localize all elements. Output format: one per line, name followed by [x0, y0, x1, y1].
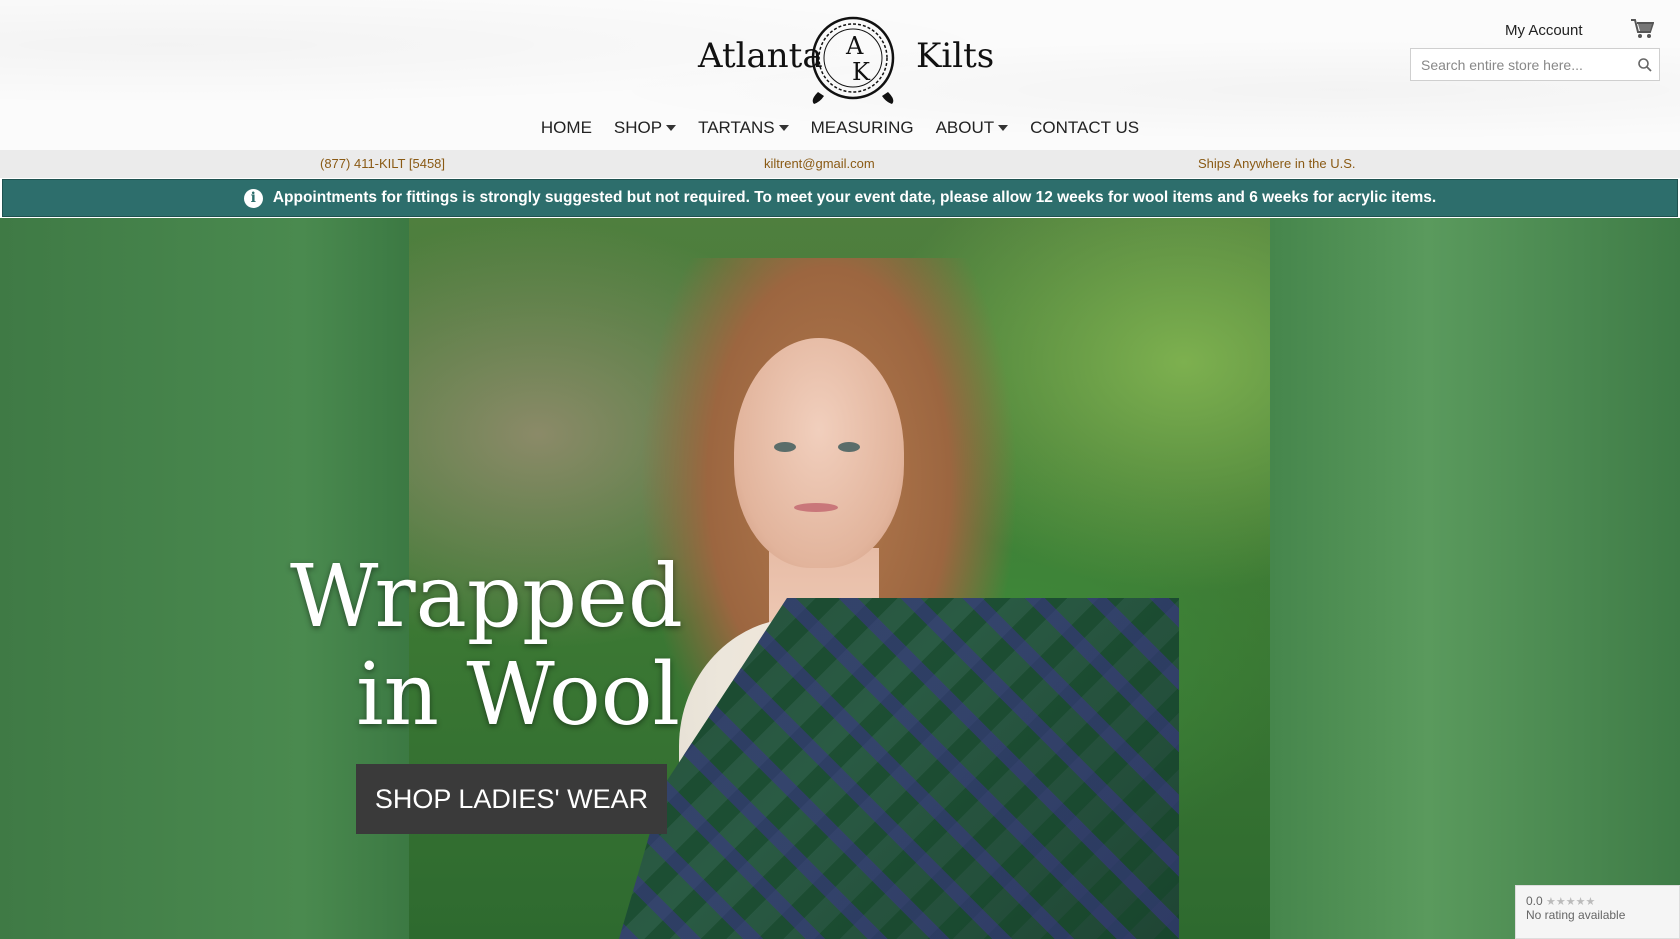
- site-logo[interactable]: Atlanta A K Kilts: [696, 14, 994, 106]
- nav-shop-label: SHOP: [613, 118, 663, 137]
- nav-about[interactable]: ABOUT: [925, 116, 1020, 140]
- logo-monogram-k: K: [852, 58, 871, 86]
- rating-text: No rating available: [1526, 908, 1626, 922]
- logo-name-right: Kilts: [916, 36, 995, 76]
- search-box: [1410, 48, 1660, 81]
- nav-about-label: ABOUT: [935, 118, 995, 137]
- chevron-down-icon: [778, 125, 789, 131]
- shipping-info: Ships Anywhere in the U.S.: [1198, 156, 1356, 171]
- shopping-cart-icon[interactable]: [1630, 18, 1655, 45]
- search-input[interactable]: [1411, 49, 1631, 80]
- rating-score: 0.0: [1526, 894, 1543, 908]
- shop-ladies-wear-button[interactable]: SHOP LADIES' WEAR: [356, 764, 667, 834]
- chevron-down-icon: [998, 125, 1009, 131]
- rating-widget[interactable]: 0.0 ★★★★★ No rating available: [1515, 885, 1680, 939]
- hero-photo-face: [734, 338, 904, 568]
- hero-title-line1: Wrapped: [290, 547, 683, 647]
- notice-text: Appointments for fittings is strongly su…: [272, 189, 1437, 206]
- my-account-link[interactable]: My Account: [1505, 22, 1583, 39]
- chevron-down-icon: [666, 125, 677, 131]
- info-icon: i: [243, 188, 263, 208]
- nav-measuring[interactable]: MEASURING: [800, 116, 925, 140]
- phone-link[interactable]: (877) 411-KILT [5458]: [320, 156, 445, 171]
- hero-photo-eye: [838, 442, 860, 452]
- fitting-notice-banner: i Appointments for fittings is strongly …: [2, 179, 1678, 217]
- site-header: Atlanta A K Kilts My Account HOME: [0, 0, 1680, 150]
- email-link[interactable]: kiltrent@gmail.com: [764, 156, 875, 171]
- hero-banner: Wrapped in Wool SHOP LADIES' WEAR: [0, 218, 1680, 939]
- hero-title-line2: in Wool: [356, 645, 680, 745]
- logo-monogram-a: A: [845, 32, 864, 60]
- search-icon[interactable]: [1631, 49, 1659, 80]
- hero-photo-eye: [774, 442, 796, 452]
- nav-contact-label: CONTACT US: [1030, 118, 1140, 137]
- logo-monogram-icon: A K: [811, 16, 895, 104]
- contact-info-bar: (877) 411-KILT [5458] kiltrent@gmail.com…: [0, 150, 1680, 178]
- nav-home-label: HOME: [540, 118, 592, 137]
- rating-stars-icon: ★★★★★: [1546, 896, 1596, 908]
- hero-title: Wrapped in Wool: [290, 547, 683, 745]
- nav-measuring-label: MEASURING: [810, 118, 914, 137]
- nav-tartans[interactable]: TARTANS: [687, 116, 800, 140]
- hero-photo-mouth: [794, 503, 838, 512]
- main-navigation: HOME SHOP TARTANS MEASURING ABOUT CONTAC…: [0, 116, 1680, 140]
- nav-tartans-label: TARTANS: [698, 118, 775, 137]
- nav-contact-us[interactable]: CONTACT US: [1019, 116, 1150, 140]
- nav-shop[interactable]: SHOP: [603, 116, 687, 140]
- nav-home[interactable]: HOME: [530, 116, 603, 140]
